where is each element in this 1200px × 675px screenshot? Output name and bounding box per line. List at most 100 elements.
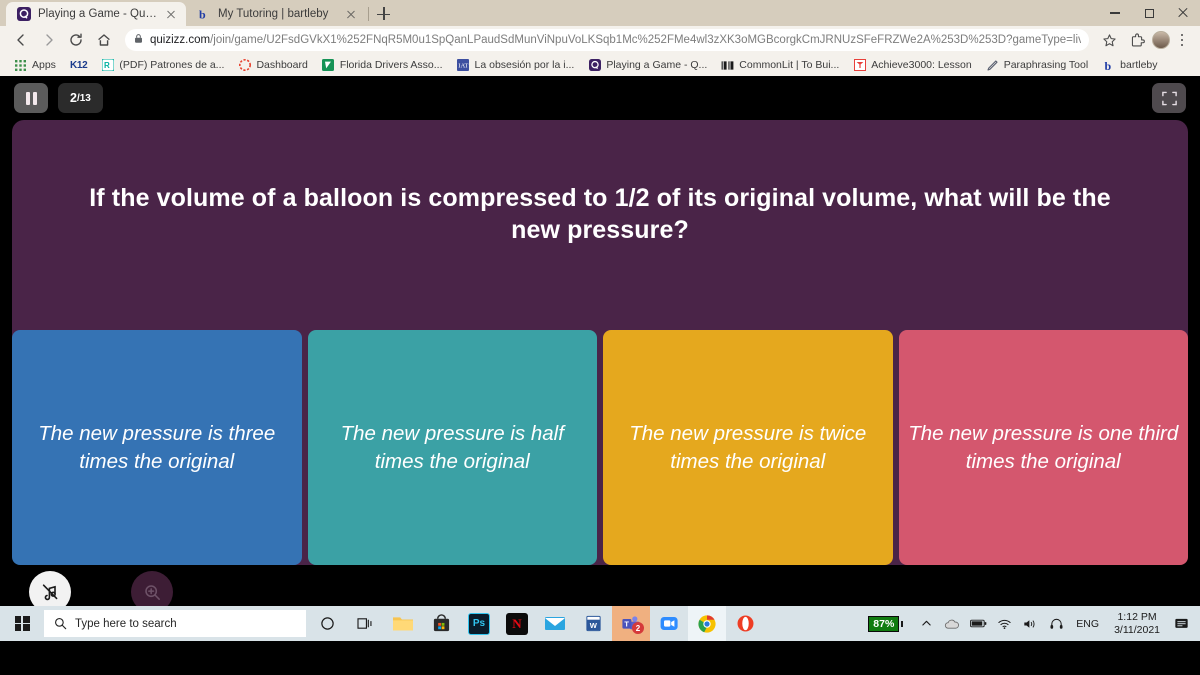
- three-dot-menu-icon[interactable]: [1172, 30, 1192, 50]
- answer-options: The new pressure is three times the orig…: [12, 330, 1188, 565]
- volume-icon[interactable]: [1017, 606, 1043, 641]
- answer-text: The new pressure is one third times the …: [908, 422, 1179, 473]
- forward-arrow-icon[interactable]: [36, 28, 62, 52]
- bookmark-k12[interactable]: K12: [64, 55, 93, 75]
- close-window-button[interactable]: [1166, 0, 1200, 26]
- quiz-topbar: 2/13: [0, 76, 1200, 120]
- reload-icon[interactable]: [64, 28, 90, 52]
- bookmark-apps[interactable]: Apps: [8, 55, 62, 75]
- bookmark-playing-a-game[interactable]: Playing a Game - Q...: [582, 55, 713, 75]
- avatar[interactable]: [1152, 31, 1171, 49]
- fullscreen-icon[interactable]: [1152, 83, 1186, 113]
- extensions-icon[interactable]: [1125, 28, 1151, 52]
- answer-text: The new pressure is half times the origi…: [340, 422, 564, 473]
- achieve3000-icon: [853, 59, 866, 72]
- bookmark-label: Paraphrasing Tool: [1003, 59, 1089, 71]
- browser-toolbar: quizizz.com/join/game/U2FsdGVkX1%252FNqR…: [0, 26, 1200, 54]
- counter-total: 13: [79, 92, 91, 104]
- notification-center-icon[interactable]: [1168, 606, 1194, 641]
- apps-grid-icon: [14, 59, 27, 72]
- close-icon[interactable]: [164, 7, 178, 21]
- bookmark-bartleby[interactable]: b bartleby: [1096, 55, 1163, 75]
- bookmark-label: (PDF) Patrones de a...: [119, 59, 225, 71]
- microsoft-store-icon[interactable]: [422, 606, 460, 641]
- start-button[interactable]: [0, 606, 44, 641]
- counter-current: 2: [70, 91, 77, 105]
- battery-nub: [901, 620, 904, 627]
- pause-icon[interactable]: [14, 83, 48, 113]
- onedrive-icon[interactable]: [939, 606, 965, 641]
- answer-option-4[interactable]: The new pressure is one third times the …: [898, 330, 1188, 565]
- clock-date: 3/11/2021: [1114, 623, 1160, 636]
- taskbar-clock[interactable]: 1:12 PM 3/11/2021: [1106, 611, 1168, 637]
- home-icon[interactable]: [91, 28, 117, 52]
- bartleby-icon: b: [196, 7, 211, 22]
- battery-icon[interactable]: [965, 606, 991, 641]
- answer-option-3[interactable]: The new pressure is twice times the orig…: [603, 330, 893, 565]
- battery-percent-label: 87%: [868, 615, 900, 632]
- battery-percent-indicator[interactable]: 87%: [868, 615, 904, 632]
- maximize-button[interactable]: [1132, 0, 1166, 26]
- taskbar-search-input[interactable]: Type here to search: [44, 610, 306, 637]
- question-text: If the volume of a balloon is compressed…: [89, 184, 1111, 244]
- tab-strip: Playing a Game - Quizizz b My Tutoring |…: [0, 0, 1200, 26]
- teams-icon[interactable]: T 2: [612, 606, 650, 641]
- bookmark-la-obsesion[interactable]: IAT La obsesión por la i...: [451, 55, 581, 75]
- word-icon[interactable]: W: [574, 606, 612, 641]
- bookmark-paraphrasing-tool[interactable]: Paraphrasing Tool: [980, 55, 1094, 75]
- iat-icon: IAT: [457, 59, 470, 72]
- zoom-icon[interactable]: [650, 606, 688, 641]
- bookmark-florida-drivers[interactable]: Florida Drivers Asso...: [316, 55, 449, 75]
- tab-title: Playing a Game - Quizizz: [38, 8, 157, 20]
- answer-text: The new pressure is twice times the orig…: [629, 422, 867, 473]
- window-controls: [1098, 0, 1200, 26]
- back-arrow-icon[interactable]: [8, 28, 34, 52]
- browser-tab-quizizz[interactable]: Playing a Game - Quizizz: [6, 2, 186, 26]
- browser-tab-bartleby[interactable]: b My Tutoring | bartleby: [186, 2, 366, 26]
- system-tray: 87% ENG 1:12 PM 3/11/2021: [868, 606, 1200, 641]
- svg-text:b: b: [199, 8, 206, 22]
- answer-option-2[interactable]: The new pressure is half times the origi…: [307, 330, 597, 565]
- search-icon: [54, 617, 67, 630]
- svg-text:IAT: IAT: [458, 63, 468, 70]
- bookmark-achieve3000[interactable]: Achieve3000: Lesson: [847, 55, 977, 75]
- show-hidden-icons-icon[interactable]: [913, 606, 939, 641]
- quizizz-app: 2/13 If the volume of a balloon is compr…: [0, 76, 1200, 641]
- headphones-icon[interactable]: [1043, 606, 1069, 641]
- wifi-icon[interactable]: [991, 606, 1017, 641]
- svg-text:W: W: [589, 621, 597, 630]
- star-icon[interactable]: [1097, 28, 1123, 52]
- opera-icon[interactable]: [726, 606, 764, 641]
- file-explorer-icon[interactable]: [384, 606, 422, 641]
- task-view-icon[interactable]: [346, 606, 384, 641]
- bartleby-icon: b: [1102, 59, 1115, 72]
- close-icon[interactable]: [344, 7, 358, 21]
- cortana-icon[interactable]: [308, 606, 346, 641]
- address-path: /join/game/U2FsdGVkX1%252FNqR5M0u1SpQanL…: [210, 34, 1081, 46]
- address-host: quizizz.com: [150, 34, 211, 46]
- bookmark-dashboard[interactable]: Dashboard: [232, 55, 313, 75]
- answer-option-1[interactable]: The new pressure is three times the orig…: [12, 330, 302, 565]
- mail-icon[interactable]: [536, 606, 574, 641]
- address-bar[interactable]: quizizz.com/join/game/U2FsdGVkX1%252FNqR…: [125, 29, 1089, 51]
- bookmarks-bar: Apps K12 R (PDF) Patrones de a... Dashbo…: [0, 54, 1200, 76]
- windows-taskbar: Type here to search Ps N W T 2 87% ENG 1…: [0, 606, 1200, 641]
- bookmark-label: Dashboard: [256, 59, 308, 71]
- question-counter: 2/13: [58, 83, 103, 113]
- bookmark-pdf-patrones[interactable]: R (PDF) Patrones de a...: [95, 55, 230, 75]
- lock-icon: [133, 31, 144, 49]
- clock-time: 1:12 PM: [1117, 610, 1157, 623]
- minimize-button[interactable]: [1098, 0, 1132, 26]
- new-tab-button[interactable]: [371, 2, 397, 26]
- bookmark-label: Achieve3000: Lesson: [871, 59, 972, 71]
- svg-text:R: R: [104, 61, 110, 70]
- address-text: quizizz.com/join/game/U2FsdGVkX1%252FNqR…: [150, 34, 1081, 46]
- windows-logo-icon: [14, 616, 30, 631]
- language-indicator[interactable]: ENG: [1069, 618, 1106, 630]
- netflix-icon[interactable]: N: [498, 606, 536, 641]
- chrome-icon[interactable]: [688, 606, 726, 641]
- bookmark-commonlit[interactable]: CommonLit | To Bui...: [715, 55, 845, 75]
- photoshop-icon[interactable]: Ps: [460, 606, 498, 641]
- k12-icon: K12: [69, 59, 88, 71]
- tab-title: My Tutoring | bartleby: [218, 8, 329, 20]
